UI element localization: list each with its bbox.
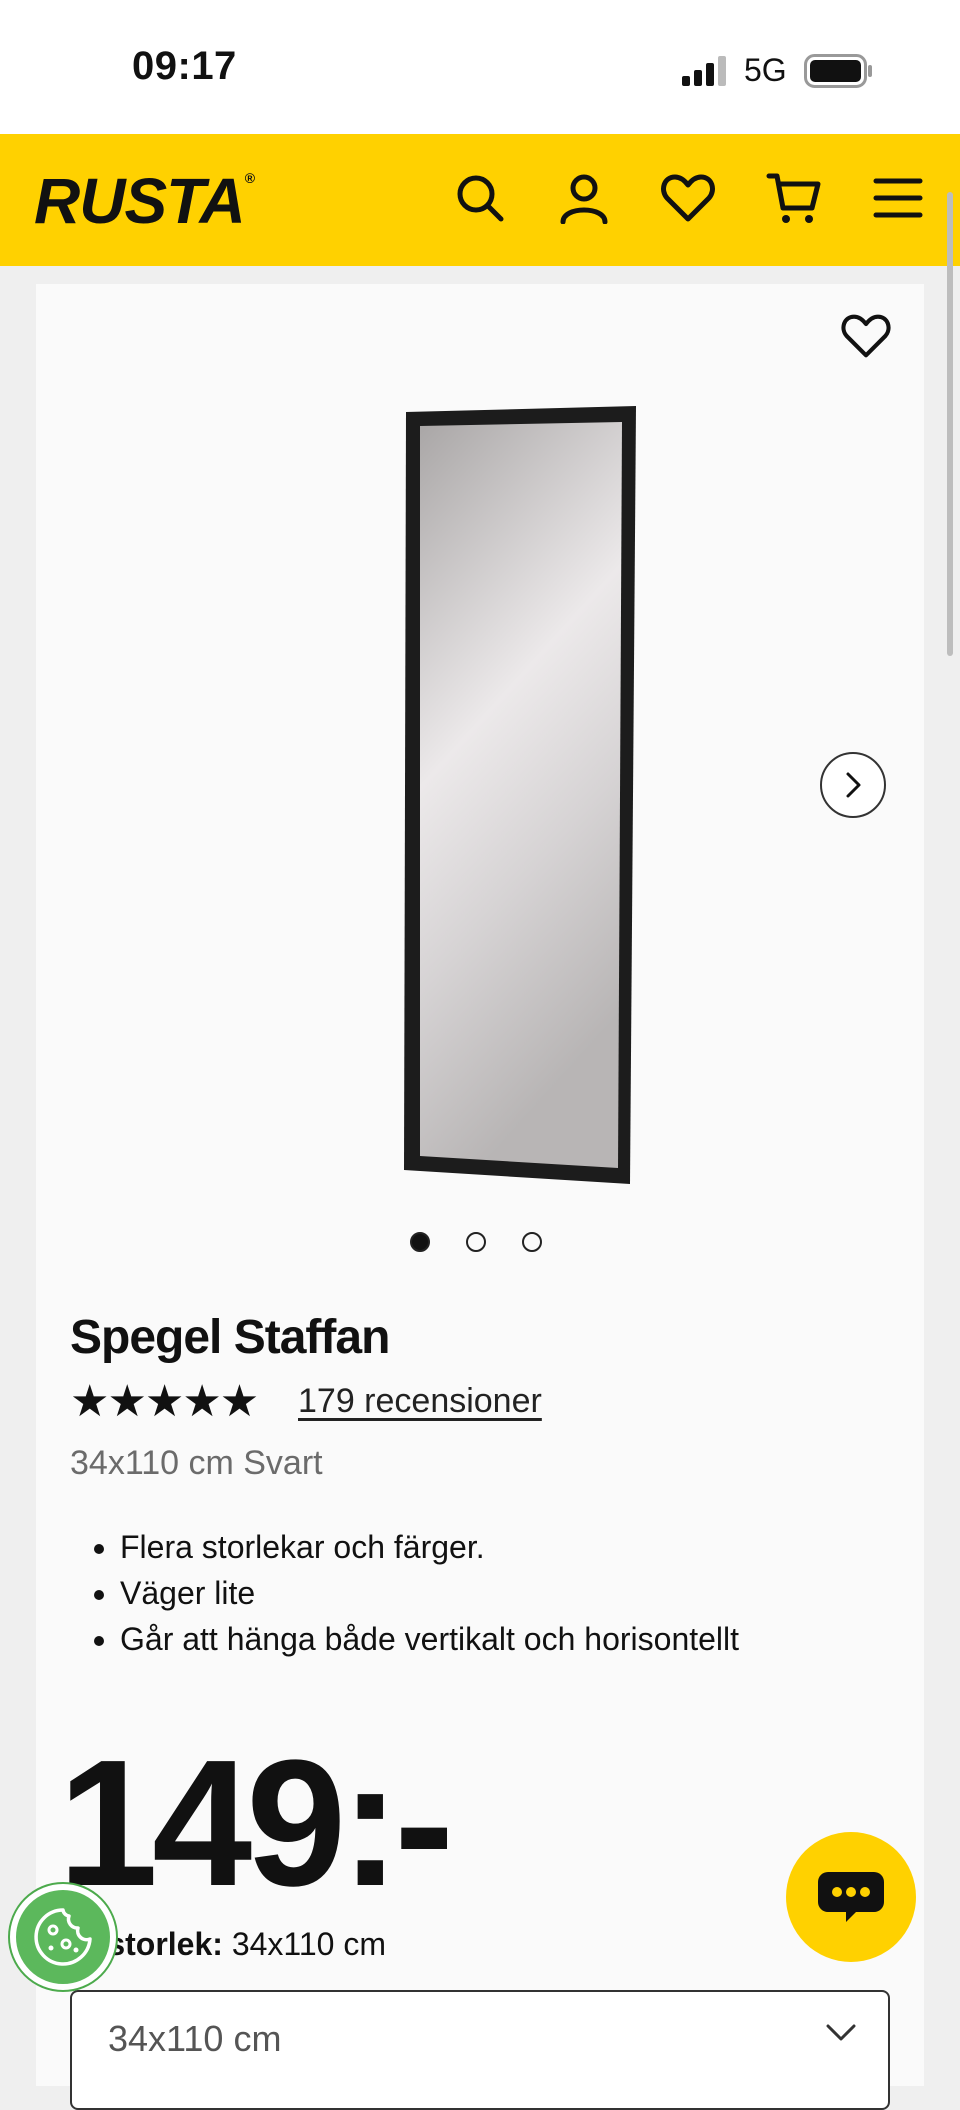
size-label: ld storlek: 34x110 cm bbox=[70, 1926, 386, 1962]
list-item: Flera storlekar och färger. bbox=[120, 1524, 739, 1570]
chevron-down-icon bbox=[826, 2024, 856, 2041]
product-title: Spegel Staffan bbox=[70, 1311, 390, 1364]
cart-button[interactable] bbox=[764, 168, 824, 228]
account-button[interactable] bbox=[554, 168, 614, 228]
feature-list: Flera storlekar och färger. Väger lite G… bbox=[76, 1524, 739, 1662]
chevron-right-icon bbox=[846, 772, 861, 798]
status-time: 09:17 bbox=[132, 44, 237, 88]
product-image[interactable] bbox=[368, 394, 638, 1186]
heart-icon bbox=[661, 174, 715, 222]
size-select[interactable]: 34x110 cm bbox=[70, 1990, 890, 2110]
size-select-value: 34x110 cm bbox=[108, 2018, 282, 2059]
chat-button[interactable] bbox=[786, 1832, 916, 1962]
site-header: RUSTA® bbox=[0, 134, 960, 266]
list-item: Går att hänga både vertikalt och horison… bbox=[120, 1616, 739, 1662]
network-type: 5G bbox=[744, 52, 787, 88]
search-button[interactable] bbox=[450, 168, 510, 228]
reviews-link[interactable]: 179 recensioner bbox=[298, 1382, 542, 1421]
product-price: 149:- bbox=[58, 1723, 454, 1924]
gallery-pagination bbox=[410, 1232, 542, 1252]
list-item: Väger lite bbox=[120, 1570, 739, 1616]
battery-icon bbox=[804, 54, 872, 88]
rusta-logo[interactable]: RUSTA® bbox=[34, 164, 255, 238]
menu-button[interactable] bbox=[868, 168, 928, 228]
add-to-favorites-button[interactable] bbox=[834, 304, 898, 368]
gallery-next-button[interactable] bbox=[820, 752, 886, 818]
favorites-button[interactable] bbox=[658, 168, 718, 228]
gallery-dot[interactable] bbox=[410, 1232, 430, 1252]
user-icon bbox=[560, 174, 608, 224]
search-icon bbox=[457, 175, 504, 222]
product-variant: 34x110 cm Svart bbox=[70, 1444, 323, 1482]
heart-icon bbox=[841, 314, 891, 358]
hamburger-icon bbox=[873, 178, 923, 218]
signal-icon bbox=[682, 56, 726, 86]
gallery-dot[interactable] bbox=[522, 1232, 542, 1252]
gallery-dot[interactable] bbox=[466, 1232, 486, 1252]
cookie-icon bbox=[34, 1908, 92, 1966]
chat-icon bbox=[818, 1872, 884, 1922]
cart-icon bbox=[766, 173, 821, 223]
rating-stars: ★★★★★ bbox=[70, 1377, 259, 1426]
product-card: Spegel Staffan ★★★★★ 179 recensioner 34x… bbox=[36, 284, 924, 2110]
cookie-settings-button[interactable] bbox=[10, 1884, 116, 1990]
page-scrollbar[interactable] bbox=[947, 192, 953, 656]
status-bar: 09:17 5G bbox=[0, 0, 960, 134]
